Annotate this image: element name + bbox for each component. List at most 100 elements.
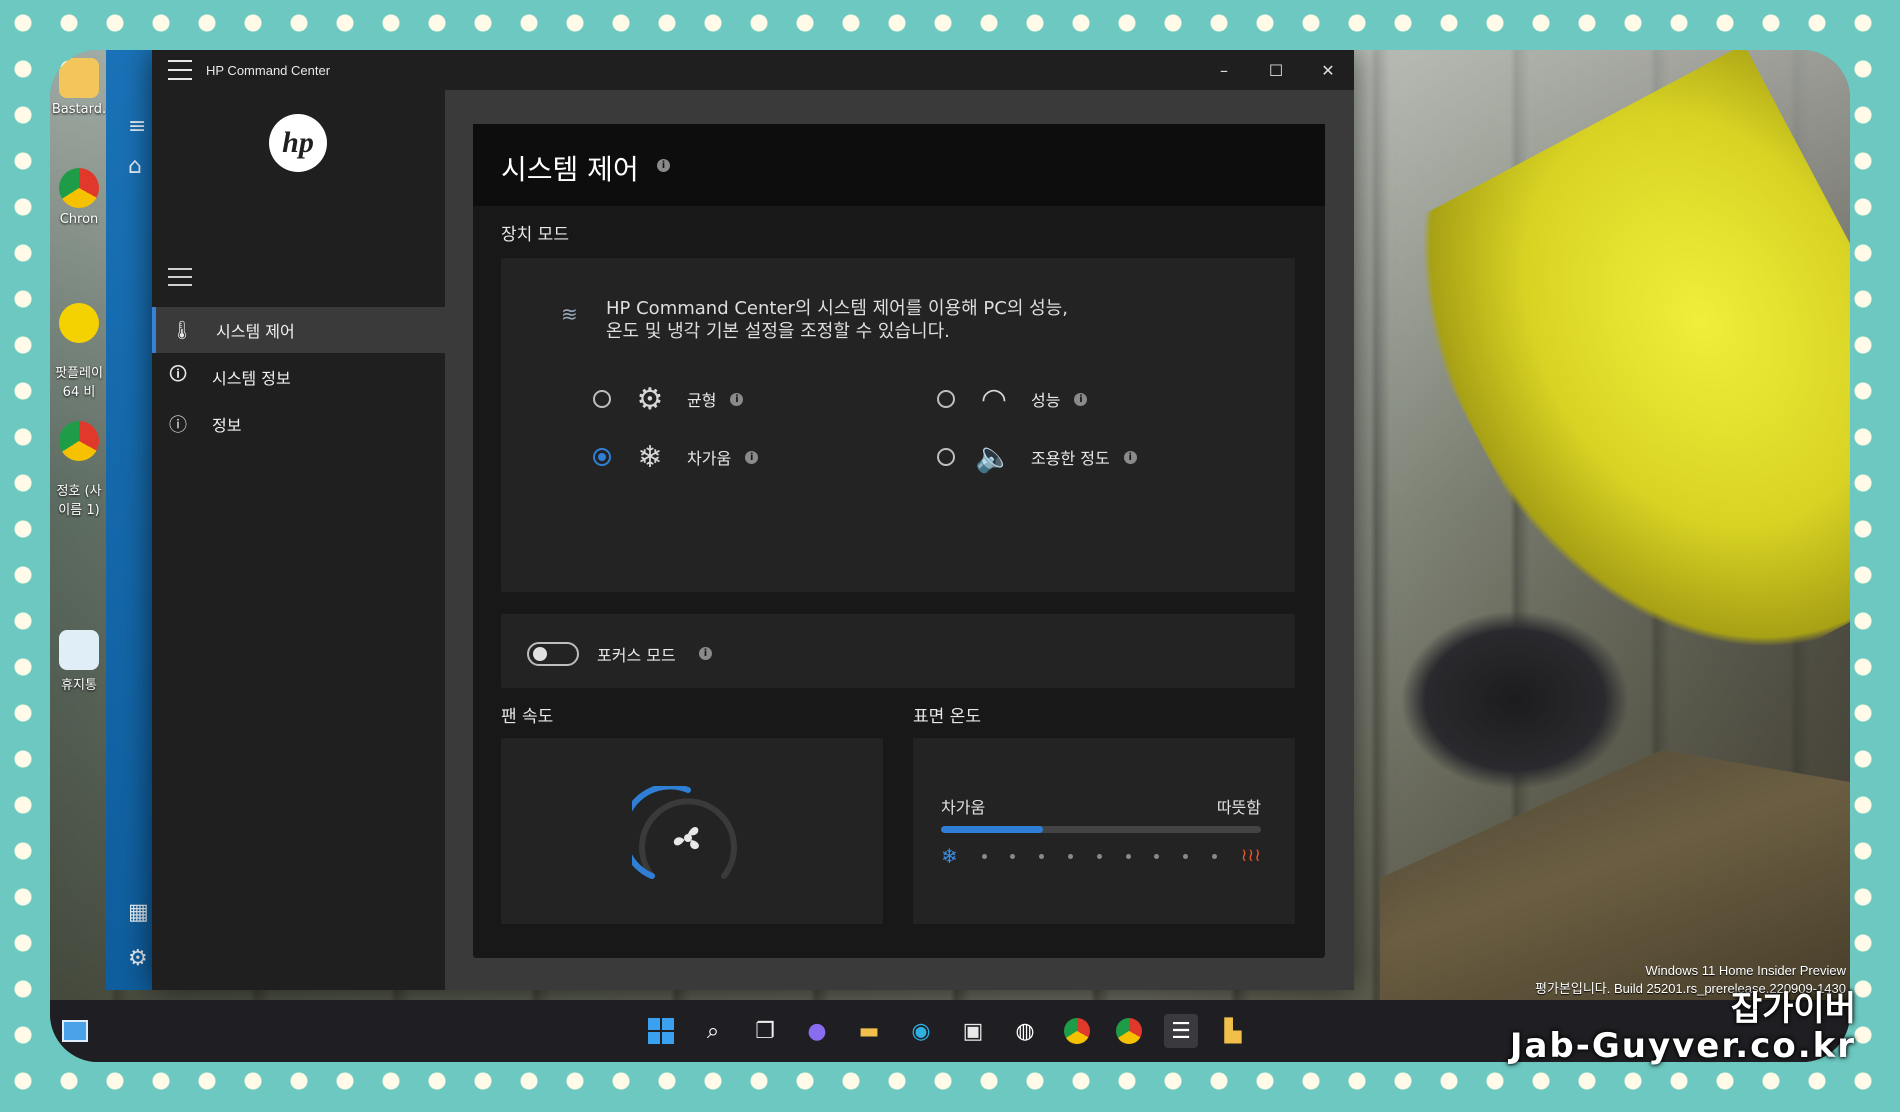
chrome-icon bbox=[59, 168, 99, 208]
os-line: Windows 11 Home Insider Preview bbox=[1645, 963, 1846, 978]
hamburger-menu-icon[interactable] bbox=[168, 268, 192, 286]
desktop-icon[interactable]: Chron bbox=[50, 168, 108, 227]
info-icon[interactable]: i bbox=[1074, 392, 1088, 406]
edge-icon[interactable]: ◉ bbox=[904, 1014, 938, 1048]
file-app-icon[interactable]: ▙ bbox=[1216, 1014, 1250, 1048]
desktop-icon[interactable]: 팟플레이 64 비 bbox=[50, 288, 108, 415]
brand-korean: 잡가이버 bbox=[1730, 989, 1856, 1029]
temp-cold-label: 차가움 bbox=[941, 798, 986, 817]
focus-mode-label: 포커스 모드 bbox=[597, 646, 676, 665]
menu-icon[interactable]: ≡ bbox=[128, 114, 146, 139]
mode-radio[interactable] bbox=[593, 390, 611, 408]
nav-item-system-info[interactable]: 🛈 시스템 정보 bbox=[152, 354, 445, 400]
mode-label: 차가움 bbox=[687, 449, 732, 468]
surface-temp-card: 차가움 따뜻함 ❄ ≀≀≀ bbox=[913, 738, 1295, 924]
minimize-button[interactable]: – bbox=[1198, 50, 1250, 90]
device-mode-description: HP Command Center의 시스템 제어를 이용해 PC의 성능, 온… bbox=[606, 298, 1068, 342]
thermometer-icon: 🌡 bbox=[170, 319, 194, 341]
hp-logo: hp bbox=[269, 114, 327, 172]
settings-icon[interactable]: ⚙ bbox=[128, 946, 148, 971]
info-circle-icon: ⓘ bbox=[169, 415, 187, 436]
info-icon[interactable]: i bbox=[730, 392, 744, 406]
desktop-screen: Bastard. Chron 팟플레이 64 비 정호 (사 이름 1) 휴지통… bbox=[50, 50, 1850, 1062]
airflow-icon: ≋ bbox=[561, 302, 578, 326]
desktop-icon-label: 팟플레이 64 비 bbox=[55, 366, 103, 400]
nav-item-about[interactable]: ⓘ 정보 bbox=[152, 401, 445, 447]
gear-balance-icon: ⚙ bbox=[636, 381, 664, 417]
fan-icon bbox=[673, 827, 699, 850]
window-title: HP Command Center bbox=[206, 62, 331, 78]
title-bar: HP Command Center – ☐ ✕ bbox=[152, 50, 1354, 90]
content-area: 시스템 제어 i 장치 모드 ≋ HP Command Center의 시스템 … bbox=[445, 90, 1354, 990]
home-icon[interactable]: ⌂ bbox=[128, 154, 142, 179]
close-button[interactable]: ✕ bbox=[1302, 50, 1354, 90]
info-icon[interactable]: i bbox=[657, 159, 670, 172]
info-icon[interactable]: i bbox=[1123, 450, 1137, 464]
nav-item-label: 시스템 정보 bbox=[212, 369, 291, 388]
start-icon[interactable] bbox=[644, 1014, 678, 1048]
system-control-panel: 시스템 제어 i 장치 모드 ≋ HP Command Center의 시스템 … bbox=[473, 124, 1325, 958]
scale-dot bbox=[1039, 853, 1045, 859]
store-icon[interactable]: ▣ bbox=[956, 1014, 990, 1048]
temp-bar-track bbox=[941, 826, 1261, 833]
mode-radio[interactable] bbox=[937, 390, 955, 408]
focus-mode-card: 포커스 모드 i bbox=[501, 614, 1295, 688]
fan-speed-card bbox=[501, 738, 883, 924]
temp-scale: ❄ ≀≀≀ bbox=[941, 844, 1261, 868]
mode-label: 조용한 정도 bbox=[1031, 449, 1110, 468]
scale-dot bbox=[1211, 853, 1217, 859]
snowflake-icon: ❄ bbox=[941, 844, 958, 868]
info-box-icon: 🛈 bbox=[168, 364, 188, 385]
desktop-icon[interactable]: Bastard. bbox=[50, 58, 108, 117]
temp-bar-fill bbox=[941, 826, 1044, 833]
mode-balanced[interactable]: ⚙ 균형 i bbox=[593, 380, 744, 418]
mode-performance[interactable]: ◠ 성능 i bbox=[937, 380, 1088, 418]
mode-quiet[interactable]: 🔈 조용한 정도 i bbox=[937, 438, 1137, 476]
nav-item-system-control[interactable]: 🌡 시스템 제어 bbox=[152, 307, 445, 353]
maximize-button[interactable]: ☐ bbox=[1250, 50, 1302, 90]
mode-radio[interactable] bbox=[593, 448, 611, 466]
device-mode-card: ≋ HP Command Center의 시스템 제어를 이용해 PC의 성능,… bbox=[501, 258, 1295, 592]
desktop-icon-label: 휴지통 bbox=[61, 678, 97, 693]
speedometer-icon: ◠ bbox=[980, 381, 1008, 417]
search-icon[interactable]: ⌕ bbox=[696, 1014, 730, 1048]
brand-watermark: 잡가이버 Jab-Guyver.co.kr bbox=[1510, 990, 1856, 1064]
info-icon[interactable]: i bbox=[699, 647, 712, 660]
mode-cool[interactable]: ❄ 차가움 i bbox=[593, 438, 759, 476]
widgets-icon[interactable] bbox=[58, 1014, 92, 1048]
device-mode-label: 장치 모드 bbox=[501, 225, 569, 245]
focus-mode-toggle[interactable] bbox=[527, 642, 579, 666]
potplayer-icon bbox=[59, 303, 99, 343]
widgets-icon[interactable]: ▦ bbox=[128, 900, 149, 925]
panel-header: 시스템 제어 i bbox=[473, 124, 1325, 206]
temp-warm-label: 따뜻함 bbox=[1216, 798, 1261, 817]
mode-label: 성능 bbox=[1031, 391, 1061, 410]
chat-icon[interactable]: ● bbox=[800, 1014, 834, 1048]
snowflake-icon: ❄ bbox=[637, 439, 663, 475]
chrome-icon[interactable] bbox=[1112, 1014, 1146, 1048]
file-explorer-icon[interactable]: ▬ bbox=[852, 1014, 886, 1048]
page-title: 시스템 제어 bbox=[501, 153, 639, 186]
hp-command-center-window: HP Command Center – ☐ ✕ hp 🌡 시스템 제어 🛈 시스… bbox=[152, 50, 1354, 990]
recycle-bin-icon bbox=[59, 630, 99, 670]
nav-item-label: 정보 bbox=[212, 416, 242, 435]
app-icon[interactable]: ◍ bbox=[1008, 1014, 1042, 1048]
desktop-icon[interactable]: 휴지통 bbox=[50, 630, 108, 693]
hp-command-center-taskbar-icon[interactable]: ☰ bbox=[1164, 1014, 1198, 1048]
chrome-icon[interactable] bbox=[1060, 1014, 1094, 1048]
desktop-icon-label: Bastard. bbox=[51, 102, 107, 117]
scale-dot bbox=[1010, 853, 1016, 859]
task-view-icon[interactable]: ❐ bbox=[748, 1014, 782, 1048]
desktop-icon-label: Chron bbox=[59, 212, 99, 227]
fan-gauge bbox=[632, 786, 737, 879]
brand-url: Jab-Guyver.co.kr bbox=[1509, 1026, 1856, 1066]
fan-speed-label: 팬 속도 bbox=[501, 707, 554, 727]
scale-dot bbox=[1067, 853, 1073, 859]
info-icon[interactable]: i bbox=[745, 450, 759, 464]
scale-dot bbox=[1154, 853, 1160, 859]
mode-label: 균형 bbox=[687, 391, 717, 410]
surface-temp-label: 표면 온도 bbox=[913, 707, 981, 727]
desktop-icon[interactable]: 정호 (사 이름 1) bbox=[50, 406, 108, 533]
mode-radio[interactable] bbox=[937, 448, 955, 466]
chrome-icon bbox=[59, 421, 99, 461]
